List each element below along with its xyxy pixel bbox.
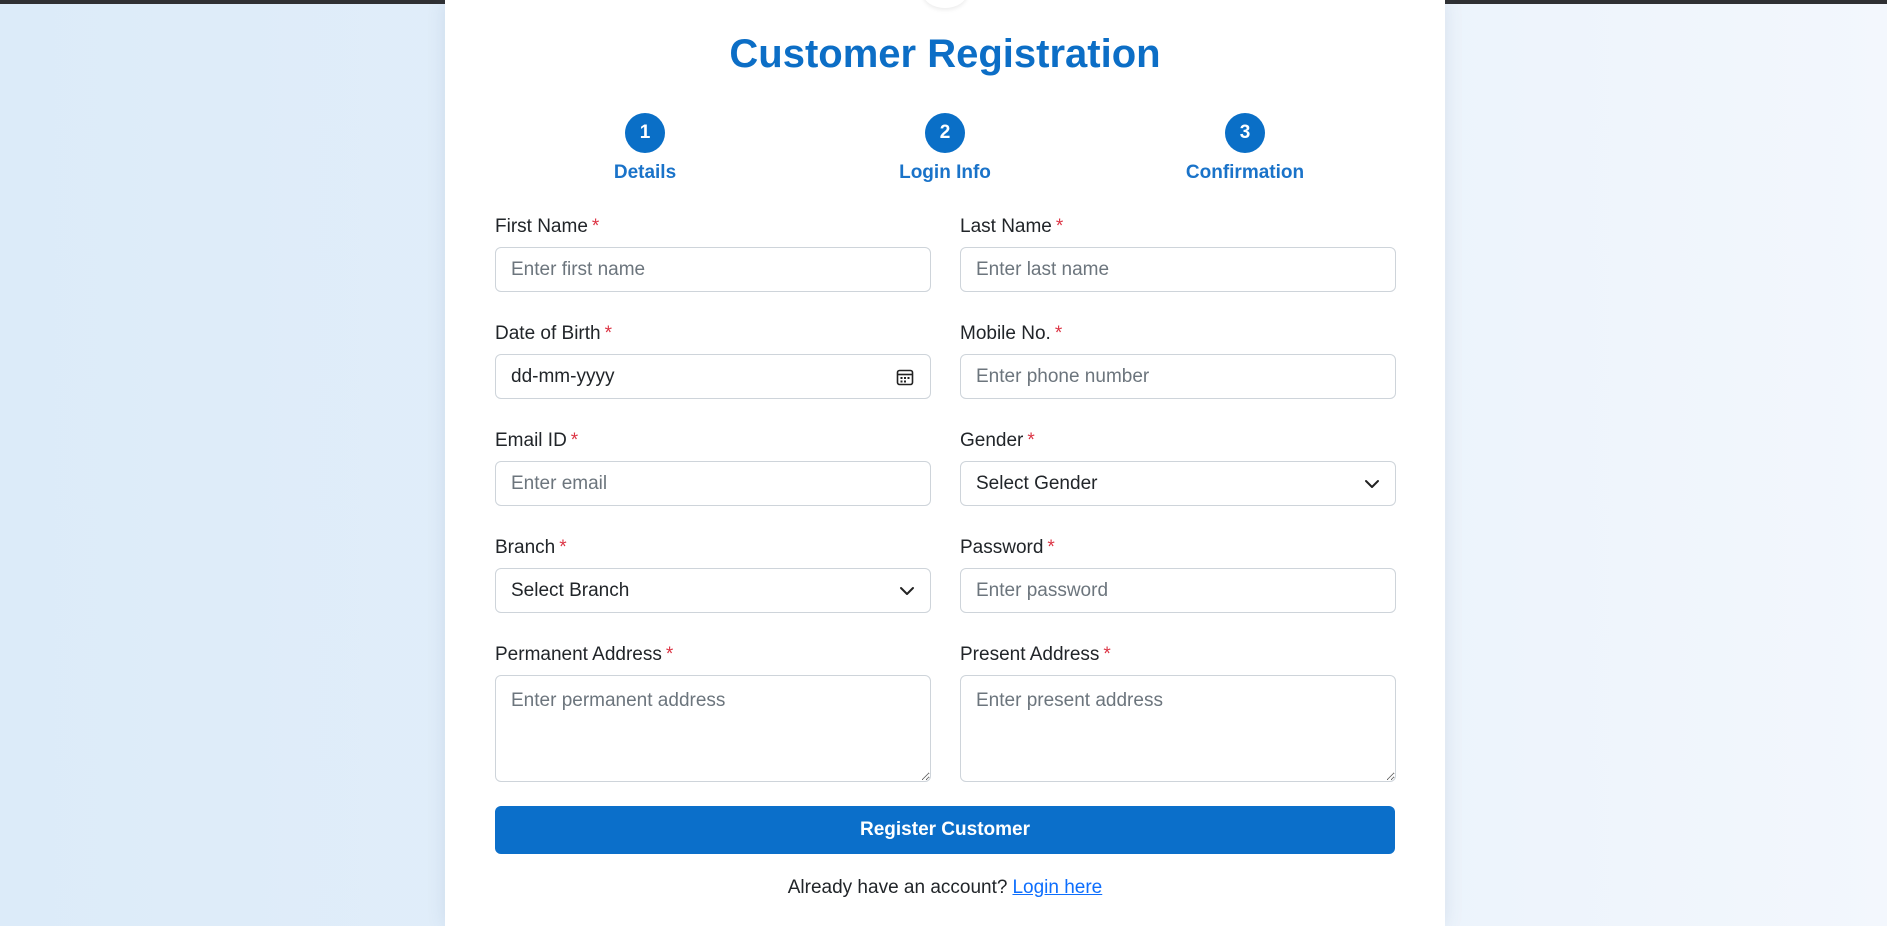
branch-label: Branch * — [495, 537, 567, 558]
login-prompt-row: Already have an account? Login here — [445, 877, 1445, 899]
first-name-label: First Name * — [495, 216, 600, 237]
page-title: Customer Registration — [729, 32, 1161, 76]
required-mark: * — [1103, 644, 1111, 665]
last-name-label: Last Name * — [960, 216, 1064, 237]
step-number: 2 — [925, 113, 965, 153]
present-address-textarea[interactable] — [960, 675, 1396, 782]
required-mark: * — [604, 323, 613, 344]
branch-group: Branch * Select Branch — [495, 537, 931, 613]
last-name-group: Last Name * — [960, 216, 1396, 292]
dob-group: Date of Birth * dd-mm-yyyy — [495, 323, 931, 399]
card-top-ornament — [923, 0, 967, 8]
email-label: Email ID * — [495, 430, 579, 451]
step-label: Login Info — [899, 162, 991, 183]
chevron-down-icon — [899, 583, 915, 599]
required-mark: * — [591, 216, 600, 237]
email-group: Email ID * — [495, 430, 931, 506]
step-number: 3 — [1225, 113, 1265, 153]
step-label: Confirmation — [1185, 162, 1305, 183]
required-mark: * — [1027, 430, 1035, 451]
present-address-group: Present Address * — [960, 644, 1396, 782]
dob-input[interactable]: dd-mm-yyyy — [495, 354, 931, 399]
chevron-down-icon — [1364, 476, 1380, 492]
login-prompt-text: Already have an account? — [787, 877, 1008, 898]
stepper: 1 Details 2 Login Info 3 Confirmation — [445, 113, 1445, 183]
gender-selected: Select Gender — [976, 472, 1098, 494]
step-details[interactable]: 1 Details — [525, 113, 765, 184]
password-input[interactable] — [960, 568, 1396, 613]
step-number: 1 — [625, 113, 665, 153]
permanent-address-textarea[interactable] — [495, 675, 931, 782]
mobile-input[interactable] — [960, 354, 1396, 399]
permanent-address-label: Permanent Address * — [495, 644, 674, 665]
branch-select[interactable]: Select Branch — [495, 568, 931, 613]
dob-value: dd-mm-yyyy — [511, 365, 615, 387]
gender-select[interactable]: Select Gender — [960, 461, 1396, 506]
required-mark: * — [559, 537, 567, 558]
dob-label: Date of Birth * — [495, 323, 613, 344]
mobile-group: Mobile No. * — [960, 323, 1396, 399]
required-mark: * — [1047, 537, 1055, 558]
calendar-icon[interactable] — [895, 367, 915, 387]
password-label: Password * — [960, 537, 1055, 558]
gender-group: Gender * Select Gender — [960, 430, 1396, 506]
password-group: Password * — [960, 537, 1396, 613]
register-customer-button[interactable]: Register Customer — [495, 806, 1395, 854]
first-name-input[interactable] — [495, 247, 931, 292]
email-input[interactable] — [495, 461, 931, 506]
required-mark: * — [570, 430, 579, 451]
permanent-address-group: Permanent Address * — [495, 644, 931, 782]
required-mark: * — [1054, 323, 1063, 344]
registration-card: Customer Registration 1 Details 2 Login … — [445, 0, 1445, 926]
required-mark: * — [1055, 216, 1064, 237]
step-label: Details — [613, 162, 677, 183]
step-login-info[interactable]: 2 Login Info — [825, 113, 1065, 184]
present-address-label: Present Address * — [960, 644, 1111, 665]
branch-selected: Select Branch — [511, 579, 630, 601]
gender-label: Gender * — [960, 430, 1035, 451]
mobile-label: Mobile No. * — [960, 323, 1063, 344]
last-name-input[interactable] — [960, 247, 1396, 292]
required-mark: * — [665, 644, 674, 665]
step-confirmation[interactable]: 3 Confirmation — [1125, 113, 1365, 184]
login-link[interactable]: Login here — [1012, 877, 1102, 898]
first-name-group: First Name * — [495, 216, 931, 292]
